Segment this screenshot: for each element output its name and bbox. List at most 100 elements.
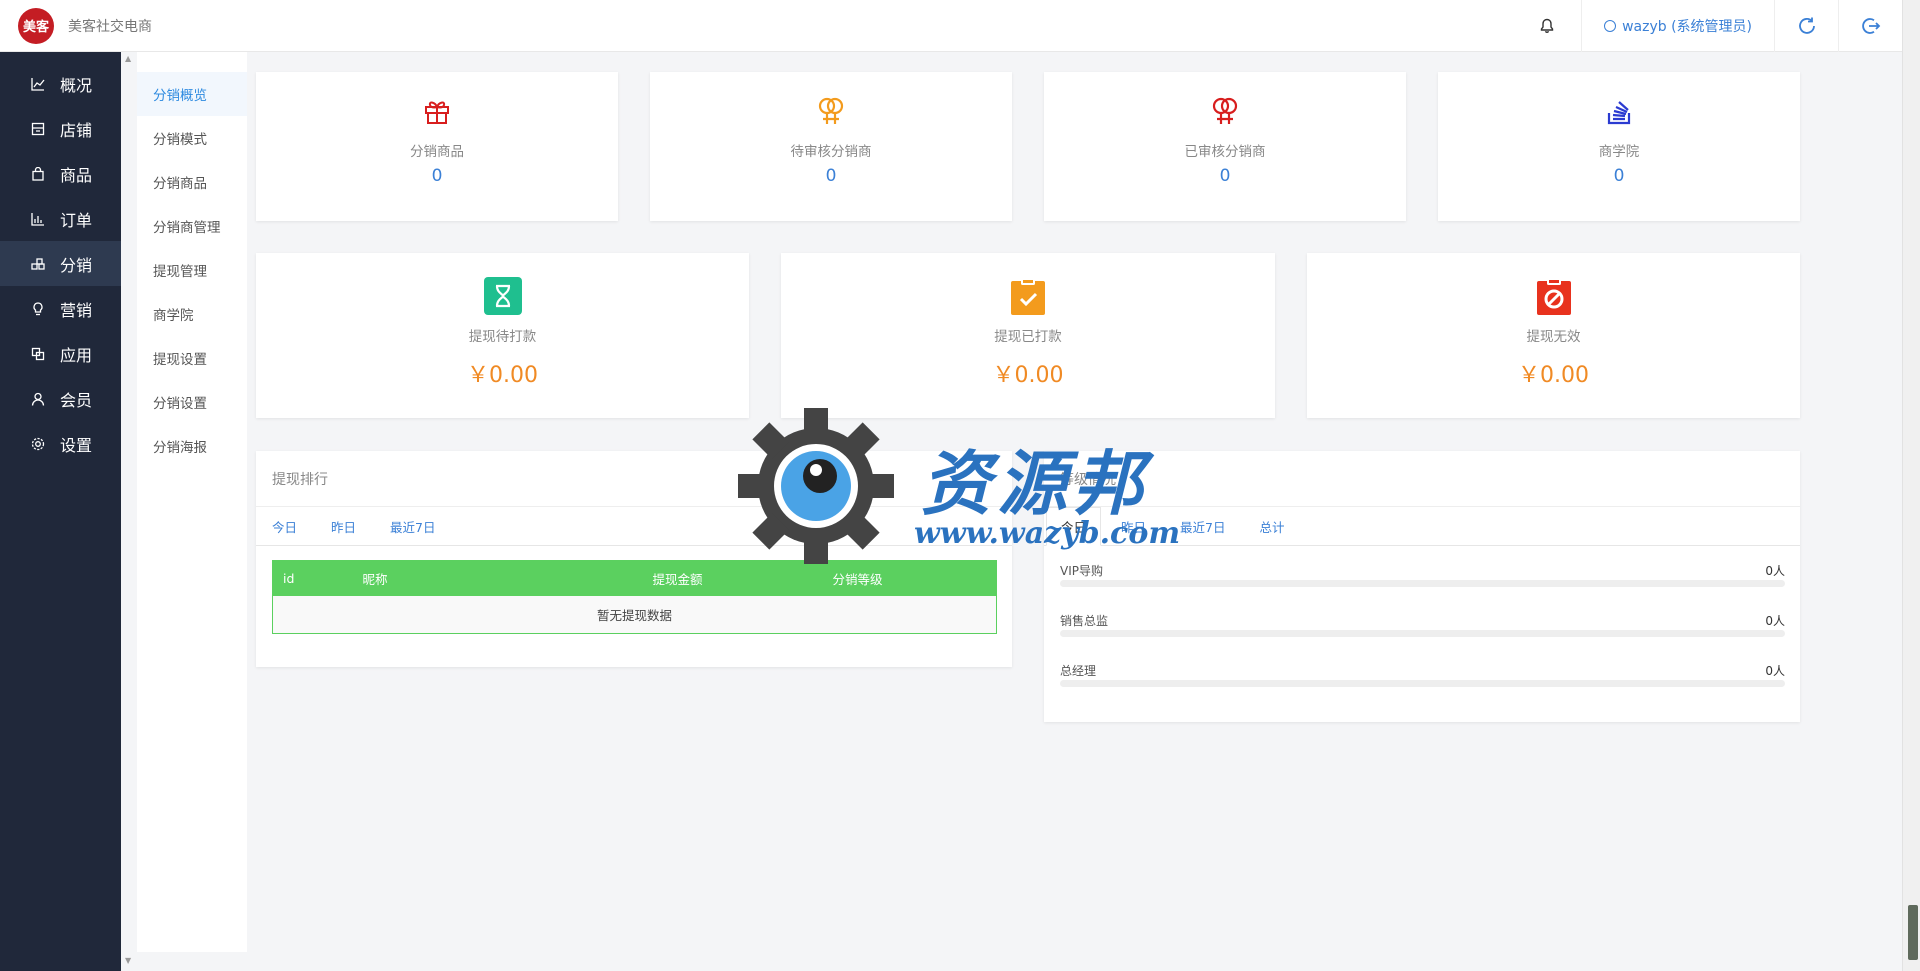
chart-line-icon [30, 76, 46, 92]
refresh-icon[interactable] [1774, 0, 1838, 52]
store-icon [30, 121, 46, 137]
sidebar-item-apps[interactable]: 应用 [0, 331, 121, 376]
subnav-item-poster[interactable]: 分销海报 [137, 424, 247, 468]
female-pair-icon [1210, 96, 1240, 126]
sidebar-item-marketing[interactable]: 营销 [0, 286, 121, 331]
stat-label: 提现已打款 [994, 329, 1062, 345]
sidebar-item-label: 订单 [60, 210, 93, 230]
subnav-item-distributors[interactable]: 分销商管理 [137, 204, 247, 248]
sidebar-item-label: 会员 [60, 390, 93, 410]
stat-label: 待审核分销商 [790, 144, 872, 160]
clipboard-ban-icon [1535, 277, 1573, 315]
progress-bar [1060, 630, 1785, 637]
tab-last7days[interactable]: 最近7日 [390, 507, 435, 546]
subnav-item-withdraw-settings[interactable]: 提现设置 [137, 336, 247, 380]
stat-value: 0 [431, 166, 443, 186]
sidebar-item-label: 概况 [60, 75, 93, 95]
level-count: 0人 [1765, 664, 1785, 678]
column-header: 昵称 [352, 560, 643, 596]
tab-total[interactable]: 总计 [1259, 507, 1284, 546]
subnav-item-goods[interactable]: 分销商品 [137, 160, 247, 204]
scroll-up-arrow-icon[interactable]: ▲ [125, 54, 131, 63]
level-count: 0人 [1765, 564, 1785, 578]
top-right-actions: wazyb (系统管理员) [1513, 0, 1902, 52]
watermark-text: 资源邦 [921, 442, 1149, 525]
clipboard-check-icon [1009, 277, 1047, 315]
gear-eye-logo-icon [738, 408, 894, 564]
sidebar-item-label: 设置 [60, 435, 93, 455]
sidebar-item-goods[interactable]: 商品 [0, 151, 121, 196]
sidebar-item-overview[interactable]: 概况 [0, 61, 121, 106]
stat-value: ￥0.00 [992, 363, 1064, 388]
main-sidebar: 概况 店铺 商品 订单 分销 营销 应用 会员 设置 [0, 52, 121, 971]
female-pair-icon [816, 96, 846, 126]
level-name: 销售总监 [1060, 614, 1109, 628]
bar-chart-icon [30, 211, 46, 227]
watermark: 资源邦 www.wazyb.com [736, 406, 1180, 566]
top-bar: 美客 美客社交电商 wazyb (系统管理员) [0, 0, 1902, 52]
watermark-url: www.wazyb.com [914, 516, 1181, 551]
sidebar-item-settings[interactable]: 设置 [0, 421, 121, 466]
gear-icon [30, 436, 46, 452]
stat-card-approved-distributors[interactable]: 已审核分销商 0 [1044, 72, 1406, 221]
stat-card-withdraw-invalid[interactable]: 提现无效 ￥0.00 [1307, 253, 1800, 418]
level-name: 总经理 [1060, 664, 1097, 678]
stat-label: 分销商品 [410, 144, 464, 160]
logout-icon[interactable] [1838, 0, 1902, 52]
table-row: 暂无提现数据 [272, 595, 997, 634]
logo-text: 美客 [22, 20, 49, 35]
distribution-icon [30, 256, 46, 272]
tab-yesterday[interactable]: 昨日 [331, 507, 356, 546]
subnav-item-withdraw[interactable]: 提现管理 [137, 248, 247, 292]
subnav-item-academy[interactable]: 商学院 [137, 292, 247, 336]
stat-card-pending-distributors[interactable]: 待审核分销商 0 [650, 72, 1012, 221]
progress-bar [1060, 680, 1785, 687]
hourglass-icon [483, 277, 522, 315]
bulb-icon [30, 301, 46, 317]
level-name: VIP导购 [1060, 564, 1103, 578]
sidebar-item-members[interactable]: 会员 [0, 376, 121, 421]
user-name: wazyb (系统管理员) [1622, 19, 1752, 35]
page-scrollbar[interactable] [1902, 0, 1920, 971]
sidebar-item-label: 商品 [60, 165, 93, 185]
stat-card-goods[interactable]: 分销商品 0 [256, 72, 618, 221]
column-header: id [272, 560, 353, 596]
tab-today[interactable]: 今日 [272, 507, 297, 546]
empty-message: 暂无提现数据 [272, 595, 997, 634]
stat-value: 0 [1613, 166, 1625, 186]
stat-card-withdraw-pending[interactable]: 提现待打款 ￥0.00 [256, 253, 749, 418]
rank-table: id 昵称 提现金额 分销等级 暂无提现数据 [272, 560, 997, 634]
scroll-down-arrow-icon[interactable]: ▼ [125, 956, 131, 965]
sidebar-scrollbar[interactable]: ▲ ▼ [121, 52, 137, 971]
stat-card-academy[interactable]: 商学院 0 [1438, 72, 1800, 221]
app-logo[interactable]: 美客 [18, 7, 54, 44]
gift-icon [422, 96, 452, 126]
stat-value: 0 [1219, 166, 1231, 186]
user-menu[interactable]: wazyb (系统管理员) [1581, 0, 1774, 52]
distribution-subnav: 分销概览 分销模式 分销商品 分销商管理 提现管理 商学院 提现设置 分销设置 … [137, 52, 247, 952]
sidebar-item-label: 店铺 [60, 120, 93, 140]
scrollbar-thumb[interactable] [1908, 905, 1918, 960]
stat-card-withdraw-paid[interactable]: 提现已打款 ￥0.00 [781, 253, 1275, 418]
notification-bell-icon[interactable] [1513, 0, 1581, 52]
stack-icon [1604, 96, 1634, 126]
tab-last7days[interactable]: 最近7日 [1180, 507, 1225, 546]
sidebar-item-store[interactable]: 店铺 [0, 106, 121, 151]
sidebar-item-label: 应用 [60, 345, 93, 365]
stat-label: 提现待打款 [468, 329, 537, 345]
stat-value: ￥0.00 [467, 363, 538, 388]
subnav-item-overview[interactable]: 分销概览 [137, 72, 247, 116]
user-icon [30, 391, 46, 407]
level-count: 0人 [1765, 614, 1785, 628]
progress-bar [1060, 580, 1785, 587]
subnav-item-mode[interactable]: 分销模式 [137, 116, 247, 160]
sidebar-item-distribution[interactable]: 分销 [0, 241, 121, 286]
apps-icon [30, 346, 46, 362]
sidebar-item-orders[interactable]: 订单 [0, 196, 121, 241]
sidebar-item-label: 分销 [60, 255, 93, 275]
stat-label: 已审核分销商 [1184, 144, 1266, 160]
subnav-item-distribution-settings[interactable]: 分销设置 [137, 380, 247, 424]
sidebar-item-label: 营销 [60, 300, 93, 320]
stat-label: 提现无效 [1526, 329, 1581, 345]
stat-value: 0 [825, 166, 837, 186]
